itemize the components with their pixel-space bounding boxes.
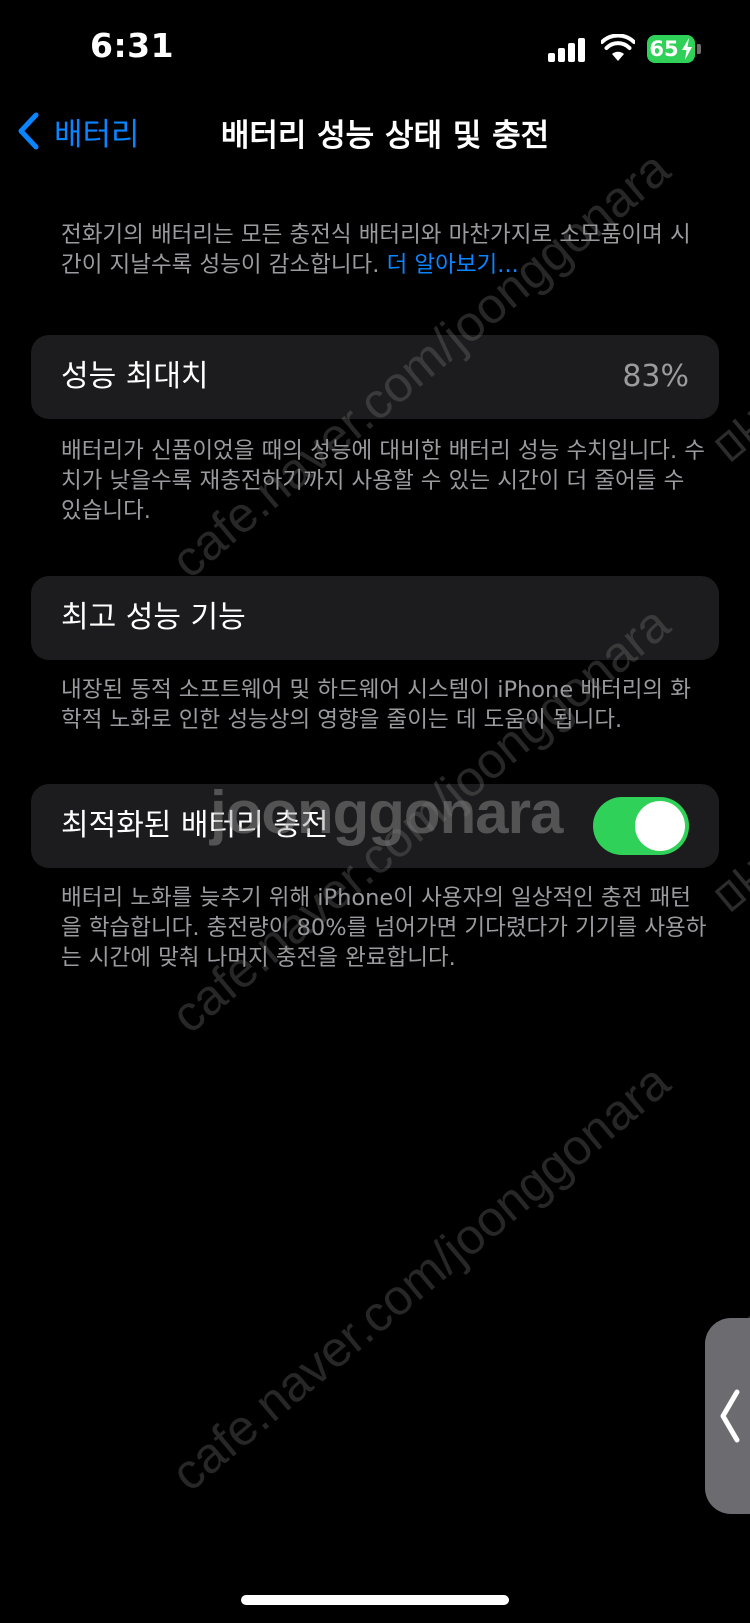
intro-text: 전화기의 배터리는 모든 충전식 배터리와 마찬가지로 소모품이며 시간이 지날… <box>61 222 691 278</box>
maximum-capacity-row: 성능 최대치 83% <box>31 335 719 419</box>
cellular-signal-icon <box>548 38 588 62</box>
chevron-left-icon <box>18 112 39 150</box>
page-title: 배터리 성능 상태 및 충전 <box>220 118 550 154</box>
side-panel-handle[interactable] <box>705 1318 750 1514</box>
charging-bolt-icon <box>682 38 692 60</box>
optimized-charging-label: 최적화된 배터리 충전 <box>61 808 329 843</box>
toggle-knob <box>635 801 685 851</box>
battery-icon: 65 <box>647 35 695 63</box>
maximum-capacity-footnote: 배터리가 신품이었을 때의 성능에 대비한 배터리 성능 수치입니다. 수치가 … <box>61 438 705 524</box>
optimized-charging-toggle[interactable] <box>593 797 689 855</box>
status-time: 6:31 <box>90 26 175 65</box>
maximum-capacity-value: 83% <box>622 359 689 394</box>
peak-performance-label: 최고 성능 기능 <box>61 600 246 635</box>
chevron-left-icon <box>720 1389 740 1443</box>
url-watermark: cafe.naver.com/joonggonara <box>160 1053 681 1502</box>
home-indicator[interactable] <box>241 1595 509 1605</box>
back-button[interactable]: 배터리 <box>14 108 140 154</box>
optimized-charging-footnote: 배터리 노화를 늦추기 위해 iPhone이 사용자의 일상적인 충전 패턴을 … <box>61 885 707 971</box>
intro-description: 전화기의 배터리는 모든 충전식 배터리와 마찬가지로 소모품이며 시간이 지날… <box>61 220 711 280</box>
battery-cap <box>697 44 701 54</box>
learn-more-link[interactable]: 더 알아보기... <box>387 252 519 278</box>
status-bar: 6:31 65 <box>0 0 750 100</box>
wifi-icon <box>601 34 635 61</box>
battery-level: 65 <box>649 37 679 61</box>
navigation-bar: 배터리 배터리 성능 상태 및 충전 <box>0 100 750 162</box>
optimized-charging-row: 최적화된 배터리 충전 <box>31 784 719 868</box>
maximum-capacity-label: 성능 최대치 <box>61 359 209 394</box>
peak-performance-footnote: 내장된 동적 소프트웨어 및 하드웨어 시스템이 iPhone 배터리의 화학적… <box>61 677 691 733</box>
peak-performance-row: 최고 성능 기능 <box>31 576 719 660</box>
back-label: 배터리 <box>54 116 140 153</box>
